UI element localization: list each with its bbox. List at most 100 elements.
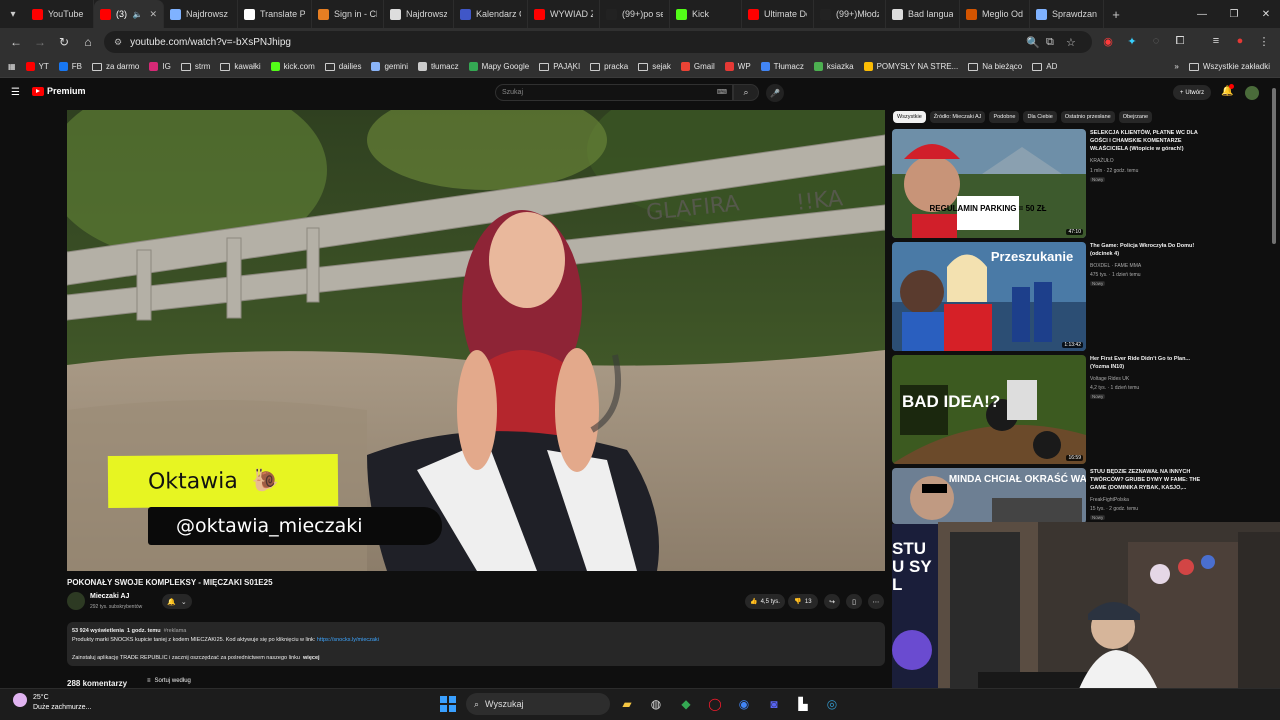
recommendation-title[interactable]: Her First Ever Ride Didn't Go to Plan...… <box>1090 355 1206 371</box>
recommendation-channel[interactable]: BOXDEL · FAME MMA <box>1090 263 1141 269</box>
recommendation-item[interactable]: BAD IDEA!? 16:59 Her First Ever Ride Did… <box>892 355 1198 465</box>
bookmark-star-icon[interactable]: ☆ <box>1066 31 1076 53</box>
video-thumbnail[interactable]: REGULAMIN PARKING = 50 ZŁ 47:10 <box>892 129 1086 238</box>
site-info-icon[interactable]: ⚙ <box>114 37 122 48</box>
taskbar-search[interactable]: ⌕ Wyszukaj <box>466 693 610 715</box>
page-scrollbar[interactable] <box>1272 88 1276 244</box>
bookmark-item[interactable]: kawałki <box>215 56 265 78</box>
recommendation-item[interactable]: Przeszukanie 1:13:42 The Game: Policja W… <box>892 242 1198 352</box>
dislike-button[interactable]: 👎 13 <box>788 594 818 609</box>
bookmark-item[interactable]: WP <box>720 56 756 78</box>
bookmark-item[interactable]: FB <box>54 56 87 78</box>
search-input[interactable]: Szukaj ⌨ <box>495 84 733 101</box>
share-button[interactable]: ↪ <box>824 594 840 609</box>
youtube-logo[interactable]: Premium <box>32 86 86 96</box>
browser-tab[interactable]: Sprawdzani <box>1030 0 1104 28</box>
back-icon[interactable]: ← <box>4 30 28 54</box>
bookmark-item[interactable]: tłumacz <box>413 56 464 78</box>
recommendation-title[interactable]: The Game: Policja Wkroczyła Do Domu! (od… <box>1090 242 1206 258</box>
description-link[interactable]: https://snocks.ly/mieczaki <box>317 637 379 643</box>
create-button[interactable]: + Utwórz <box>1173 85 1211 100</box>
browser-tab[interactable]: Najdrowsz <box>164 0 238 28</box>
voice-search-button[interactable]: 🎤 <box>766 84 784 102</box>
bookmark-item[interactable]: Na bieżąco <box>963 56 1027 78</box>
minimize-button[interactable]: — <box>1186 0 1218 28</box>
filter-chip[interactable]: Wszystkie <box>893 111 926 123</box>
bookmark-item[interactable]: sejak <box>633 56 676 78</box>
zoom-icon[interactable]: 🔍 <box>1026 31 1040 53</box>
discord-icon[interactable]: ◙ <box>765 695 783 713</box>
browser-menu-icon[interactable]: ⋮ <box>1254 31 1274 51</box>
video-description[interactable]: 53 924 wyświetlenia 1 godz. temu #reklam… <box>67 622 885 666</box>
recommendation-item[interactable]: REGULAMIN PARKING = 50 ZŁ 47:10 SELEKCJA… <box>892 129 1198 239</box>
sort-comments-button[interactable]: ≡ Sortuj według <box>147 678 191 684</box>
bookmark-item[interactable]: Mapy Google <box>464 56 535 78</box>
bookmark-item[interactable]: kick.com <box>266 56 320 78</box>
browser-tab[interactable]: (3) I 🔈 ✕ <box>94 0 164 28</box>
browser-tab[interactable]: (99+)po ser <box>600 0 670 28</box>
opera-icon[interactable]: ◯ <box>706 695 724 713</box>
record-extension-icon[interactable]: ◉ <box>1098 31 1118 51</box>
new-tab-button[interactable]: + <box>1104 7 1128 22</box>
close-tab-icon[interactable]: ✕ <box>149 9 157 20</box>
reading-list-icon[interactable]: ≡ <box>1206 31 1226 51</box>
bookmark-item[interactable]: Gmail <box>676 56 720 78</box>
save-button[interactable]: ▯ <box>846 594 862 609</box>
bookmark-item[interactable]: Tłumacz <box>756 56 809 78</box>
show-more-button[interactable]: więcej <box>303 655 320 661</box>
filter-chip[interactable]: Źródło: Mieczaki AJ <box>929 111 986 123</box>
filter-chip[interactable]: Podobne <box>989 111 1020 123</box>
channel-avatar[interactable] <box>67 592 85 610</box>
more-bookmarks-icon[interactable]: » <box>1169 56 1183 78</box>
maximize-button[interactable]: ❐ <box>1218 0 1250 28</box>
recommendation-channel[interactable]: Voltage Rides UK <box>1090 376 1129 382</box>
weather-widget[interactable]: 25°C Duże zachmurze... <box>13 693 91 713</box>
profile-avatar[interactable]: ● <box>1230 31 1250 51</box>
bookmark-item[interactable]: YT <box>21 56 54 78</box>
extension-icon[interactable]: ✦ <box>1122 31 1142 51</box>
video-thumbnail[interactable]: Przeszukanie 1:13:42 <box>892 242 1086 351</box>
bookmark-item[interactable]: POMYSŁY NA STRE... <box>859 56 964 78</box>
browser-tab[interactable]: Najdrowsz <box>384 0 454 28</box>
filter-chip[interactable]: Ostatnio przesłane <box>1060 111 1115 123</box>
recommendation-channel[interactable]: FreakFightPolska <box>1090 497 1129 503</box>
hamburger-menu-icon[interactable]: ☰ <box>11 87 20 98</box>
more-actions-button[interactable]: ⋯ <box>868 594 884 609</box>
bookmark-item[interactable]: ksiazka <box>809 56 859 78</box>
like-button[interactable]: 👍 4,5 tys. <box>745 594 785 609</box>
browser-tab[interactable]: WYWIAD Z <box>528 0 600 28</box>
apps-grid-icon[interactable]: ▦ <box>0 56 21 78</box>
keyboard-icon[interactable]: ⌨ <box>717 85 727 100</box>
tab-search-icon[interactable]: ▾ <box>0 0 26 28</box>
recommendation-title[interactable]: STUU BĘDZIE ZEZNAWAŁ NA INNYCH TWÓRCÓW? … <box>1090 468 1206 492</box>
close-window-button[interactable]: ✕ <box>1250 0 1280 28</box>
partial-thumbnail[interactable]: STUU SYL <box>892 524 940 688</box>
hashtag[interactable]: #reklama <box>164 628 187 634</box>
filter-chip[interactable]: Dla Ciebie <box>1023 111 1057 123</box>
file-explorer-icon[interactable]: ▰ <box>618 695 636 713</box>
account-avatar[interactable] <box>1245 86 1259 100</box>
address-bar[interactable]: ⚙ youtube.com/watch?v=-bXsPNJhipg 🔍 ⧉ ☆ <box>104 31 1092 53</box>
browser-tab[interactable]: (99+)Młodz <box>814 0 886 28</box>
browser-tab[interactable]: YouTube <box>26 0 94 28</box>
bookmark-item[interactable]: gemini <box>366 56 413 78</box>
bookmark-item[interactable]: IG <box>144 56 175 78</box>
subscription-bell-button[interactable]: 🔔 ⌄ <box>162 594 192 609</box>
browser-tab[interactable]: Ultimate Do <box>742 0 814 28</box>
bookmark-item[interactable]: AD <box>1027 56 1062 78</box>
forward-icon[interactable]: → <box>28 30 52 54</box>
recommendation-channel[interactable]: KRAŻUŁO <box>1090 158 1114 164</box>
video-thumbnail[interactable]: MINDA CHCIAŁ OKRAŚĆ WAMPIRA? <box>892 468 1086 524</box>
reload-icon[interactable]: ↻ <box>52 30 76 54</box>
video-thumbnail[interactable]: BAD IDEA!? 16:59 <box>892 355 1086 464</box>
bookmark-item[interactable]: pracka <box>585 56 633 78</box>
app-icon-3[interactable]: ▙ <box>794 695 812 713</box>
app-icon[interactable]: ◍ <box>647 695 665 713</box>
browser-tab[interactable]: Kick <box>670 0 742 28</box>
all-bookmarks-button[interactable]: Wszystkie zakładki <box>1184 56 1280 78</box>
browser-tab[interactable]: Sign in - Cle <box>312 0 384 28</box>
browser-tab[interactable]: Bad langua <box>886 0 960 28</box>
audio-playing-icon[interactable]: 🔈 <box>132 10 142 19</box>
bookmark-item[interactable]: strm <box>176 56 216 78</box>
home-icon[interactable]: ⌂ <box>76 30 100 54</box>
